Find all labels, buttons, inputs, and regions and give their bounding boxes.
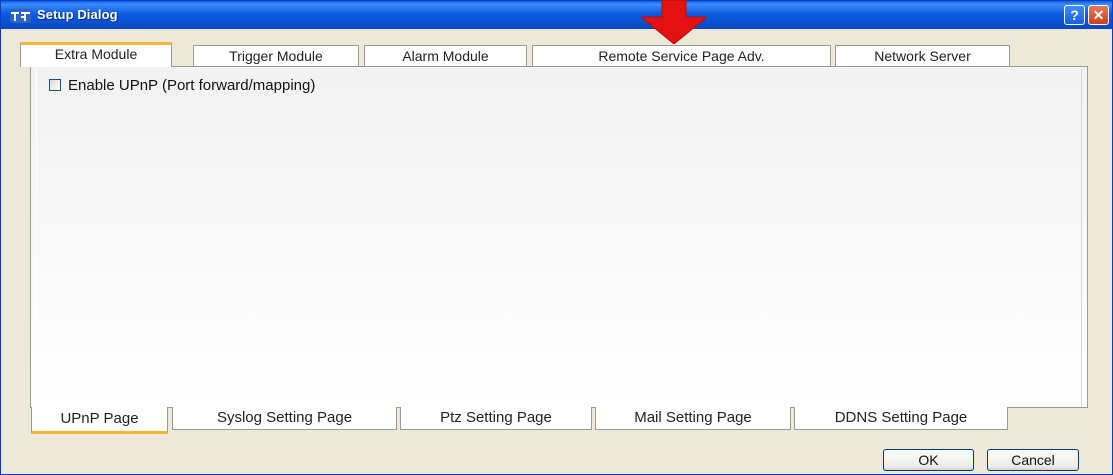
tab-upnp-page[interactable]: UPnP Page [31, 407, 168, 434]
tab-extra-module[interactable]: Extra Module [20, 42, 172, 67]
tab-mail-setting-page[interactable]: Mail Setting Page [595, 407, 791, 430]
tab-network-server[interactable]: Network Server [835, 45, 1010, 66]
window-title: Setup Dialog [37, 7, 118, 22]
ok-button[interactable]: OK [883, 449, 974, 471]
title-bar[interactable]: Setup Dialog ? ✕ [1, 1, 1112, 29]
close-button[interactable]: ✕ [1088, 5, 1109, 25]
tab-trigger-module[interactable]: Trigger Module [193, 45, 359, 66]
panel-inner-frame [36, 69, 1082, 407]
red-arrow-down-icon [641, 0, 707, 44]
close-icon: ✕ [1092, 7, 1105, 23]
tab-syslog-setting-page[interactable]: Syslog Setting Page [172, 407, 397, 430]
enable-upnp-option[interactable]: Enable UPnP (Port forward/mapping) [49, 76, 315, 94]
app-icon [10, 9, 31, 23]
tab-ptz-setting-page[interactable]: Ptz Setting Page [400, 407, 592, 430]
setup-dialog-window: Setup Dialog ? ✕ Extra Module Trigger Mo… [0, 0, 1113, 475]
help-icon: ? [1070, 7, 1079, 23]
cancel-button[interactable]: Cancel [987, 449, 1079, 471]
help-button[interactable]: ? [1064, 5, 1085, 25]
tab-alarm-module[interactable]: Alarm Module [364, 45, 527, 66]
enable-upnp-checkbox[interactable] [49, 79, 61, 91]
tab-remote-service-page-adv[interactable]: Remote Service Page Adv. [532, 45, 831, 66]
tab-ddns-setting-page[interactable]: DDNS Setting Page [794, 407, 1008, 430]
tab-content-panel [30, 66, 1088, 408]
enable-upnp-label[interactable]: Enable UPnP (Port forward/mapping) [68, 77, 315, 94]
